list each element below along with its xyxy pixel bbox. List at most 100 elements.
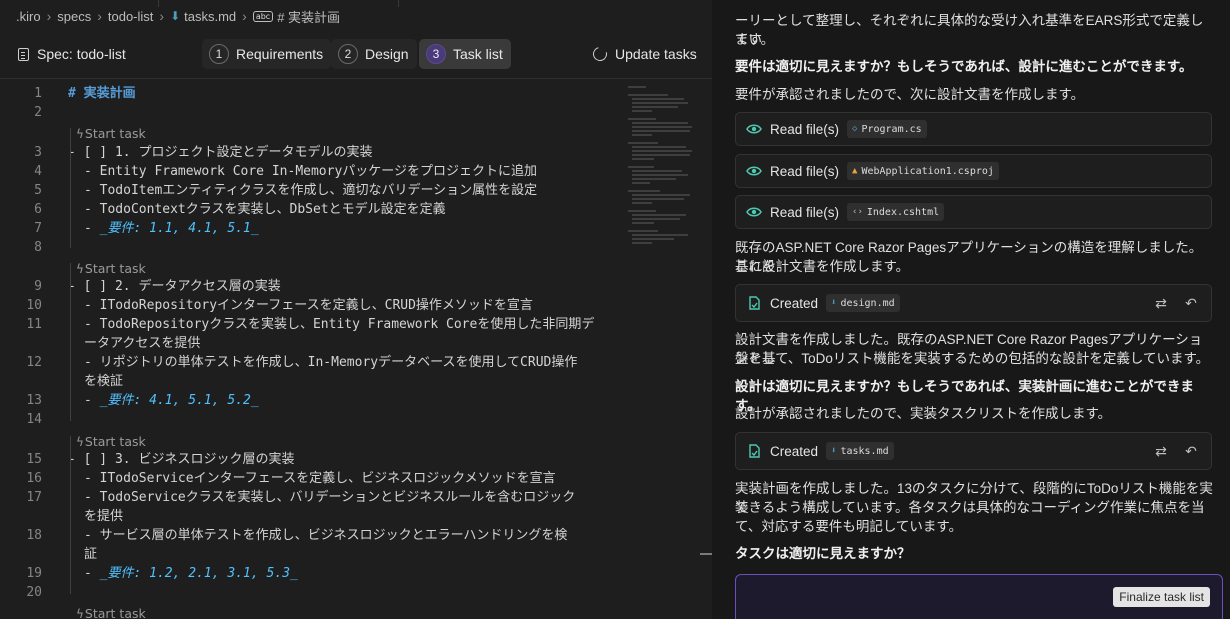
minimap-line [632,234,688,236]
start-task-codelens[interactable]: ϟStart task [76,605,146,619]
minimap-line [632,130,690,132]
breadcrumb-item-kiro[interactable]: .kiro [16,9,41,24]
minimap-line [632,194,690,196]
indent-guide [70,128,71,248]
chevron-right-icon: › [46,8,52,24]
code-line: 19 - _要件: 1.2, 2.1, 3.1, 5.3_ [0,564,628,583]
start-task-codelens[interactable]: ϟStart task [76,260,146,278]
line-text: # 実装計画 [68,86,136,101]
chevron-right-icon: › [97,8,102,24]
code-line: 2 [0,103,628,122]
file-chip[interactable]: ◇ Program.cs [847,120,927,138]
minimap-line [632,150,692,152]
file-chip[interactable]: ⬇ design.md [826,294,900,312]
breadcrumb-item-heading[interactable]: # 実装計画 [277,7,340,26]
minimap-line [628,86,646,88]
line-text: - Entity Framework Core In-Memoryパッケージをプ… [84,164,538,179]
lightning-icon: ϟ [76,435,84,449]
file-chip[interactable]: ▲ WebApplication1.csproj [847,162,999,180]
editor-scrollbar[interactable] [700,80,712,619]
read-file-card[interactable]: Read file(s) ▲ WebApplication1.csproj [735,154,1212,188]
breadcrumb-item-file[interactable]: tasks.md [184,9,236,24]
minimap-line [628,118,656,120]
minimap-line [632,106,678,108]
view-diff-icon[interactable]: ⇄ [1153,295,1169,311]
tab-task-list[interactable]: 3 Task list [419,39,511,69]
start-task-codelens[interactable]: ϟStart task [76,433,146,451]
undo-icon[interactable]: ↶ [1183,295,1199,311]
update-tasks-label: Update tasks [615,46,697,62]
created-label: Created [770,443,819,459]
breadcrumb-item-todo-list[interactable]: todo-list [108,9,154,24]
line-number: 15 [26,452,42,467]
message-text: て、対応する要件も明記しています。 [735,519,963,534]
code-line-wrap: を提供 [0,507,628,526]
code-line: 12 - リポジトリの単体テストを作成し、In-Memoryデータベースを使用し… [0,353,628,372]
line-number: 2 [34,105,42,120]
read-file-card[interactable]: Read file(s) ‹› Index.cshtml [735,195,1212,229]
refresh-icon [590,44,610,64]
file-name: WebApplication1.csproj [861,165,994,177]
minimap-line [632,98,684,100]
minimap-line [632,214,686,216]
read-label: Read file(s) [770,204,840,220]
minimap-line [632,198,684,200]
line-number: 6 [34,202,42,217]
line-number: 18 [26,528,42,543]
message-text: できるよう構成しています。各タスクは具体的なコーディング作業に焦点を当 [735,500,1205,515]
card-actions: ⇄ ↶ [1153,443,1199,459]
code-line: 4 - Entity Framework Core In-Memoryパッケージ… [0,162,628,181]
lightning-icon: ϟ [76,262,84,276]
start-task-codelens[interactable]: ϟStart task [76,125,146,143]
file-chip[interactable]: ‹› Index.cshtml [847,203,945,221]
markdown-file-icon: ⬇ [170,9,181,23]
line-number: 8 [34,240,42,255]
editor-pane: .kiro › specs › todo-list › ⬇ tasks.md ›… [0,0,712,619]
tab-design[interactable]: 2 Design [331,39,417,69]
read-label: Read file(s) [770,163,840,179]
file-name: Index.cshtml [866,206,940,218]
minimap-line [632,202,652,204]
tab-label: Requirements [236,46,324,62]
line-number: 1 [34,86,42,101]
undo-icon[interactable]: ↶ [1183,443,1199,459]
line-text: - サービス層の単体テストを作成し、ビジネスロジックとエラーハンドリングを検 [84,528,568,543]
minimap[interactable] [628,84,698,254]
finalize-task-list-button[interactable]: Finalize task list [1113,587,1210,607]
breadcrumb-item-specs[interactable]: specs [57,9,91,24]
minimap-line [628,166,654,168]
created-file-card[interactable]: Created ⬇ tasks.md ⇄ ↶ [735,432,1212,470]
created-label: Created [770,295,819,311]
requirement-ref: _要件: 1.1, 4.1, 5.1_ [99,221,259,236]
chevron-right-icon: › [242,8,247,24]
code-line: 18 - サービス層の単体テストを作成し、ビジネスロジックとエラーハンドリングを… [0,526,628,545]
line-number: 16 [26,471,42,486]
eye-icon [746,163,762,179]
line-number: 5 [34,183,42,198]
document-icon [18,47,29,61]
read-file-card[interactable]: Read file(s) ◇ Program.cs [735,112,1212,146]
chat-input-area[interactable]: Finalize task list [735,574,1223,619]
tab-label: Design [365,46,409,62]
update-tasks-button[interactable]: Update tasks [590,44,697,64]
minimap-line [632,182,650,184]
line-text: - _要件: 4.1, 5.1, 5.2_ [84,391,259,410]
created-file-card[interactable]: Created ⬇ design.md ⇄ ↶ [735,284,1212,322]
tab-requirements[interactable]: 1 Requirements [202,39,332,69]
line-text-wrap: を検証 [84,374,124,389]
code-line: 13 - _要件: 4.1, 5.1, 5.2_ [0,391,628,410]
step-number: 1 [209,44,229,64]
view-diff-icon[interactable]: ⇄ [1153,443,1169,459]
indent-guide [70,436,71,594]
code-line-wrap: を検証 [0,372,628,391]
code-line-wrap: 証 [0,545,628,564]
minimap-line [632,110,652,112]
line-text: - TodoItemエンティティクラスを作成し、適切なバリデーション属性を設定 [84,183,538,198]
question-text: タスクは適切に見えますか？ [735,546,911,561]
tab-label: Task list [453,46,503,62]
codelens-label: Start task [84,261,146,276]
codelens-label: Start task [84,606,146,619]
line-text: - ITodoRepositoryインターフェースを定義し、CRUD操作メソッド… [84,298,533,313]
file-chip[interactable]: ⬇ tasks.md [826,442,894,460]
file-name: Program.cs [861,123,922,135]
